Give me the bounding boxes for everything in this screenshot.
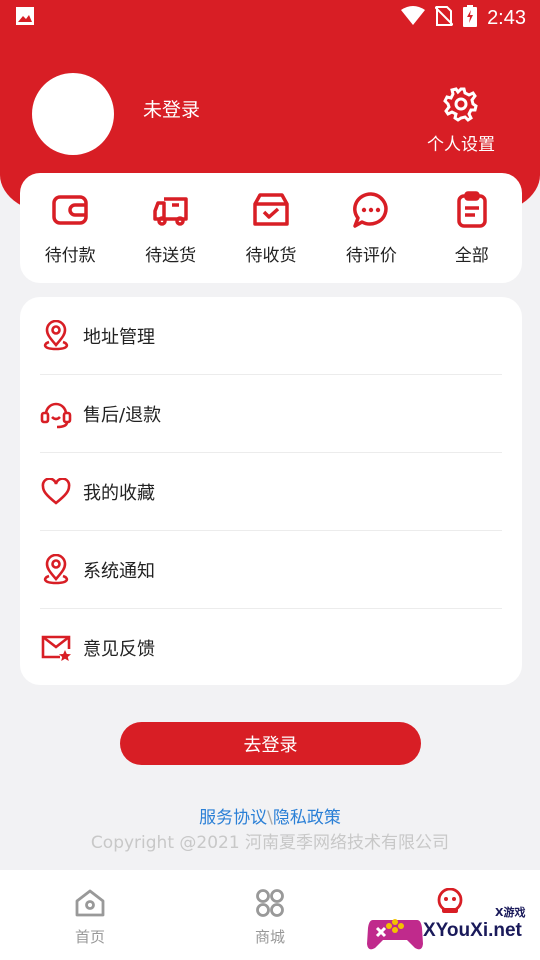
order-label: 待评价 (345, 245, 397, 266)
policy-links: 服务协议\隐私政策 (0, 803, 540, 828)
chat-icon (352, 191, 390, 233)
username-label[interactable]: 未登录 (143, 95, 200, 122)
clipboard-icon (453, 190, 491, 233)
headset-icon (40, 398, 72, 430)
location-icon (40, 553, 72, 586)
order-label: 待付款 (44, 245, 96, 266)
order-label: 全部 (454, 245, 489, 266)
no-sim-icon (434, 5, 454, 31)
menu-label: 意见反馈 (83, 639, 155, 660)
grid-icon (255, 888, 285, 922)
menu-item-address[interactable]: 地址管理 (40, 297, 502, 375)
orders-card: 待付款 待送货 待收货 待评价 全部 (20, 173, 522, 283)
menu-label: 售后/退款 (83, 404, 162, 426)
settings-label: 个人设置 (427, 135, 495, 155)
menu-item-notifications[interactable]: 系统通知 (40, 531, 502, 609)
truck-icon (152, 191, 190, 233)
wallet-icon (51, 191, 89, 233)
order-pending-review[interactable]: 待评价 (326, 191, 416, 266)
wifi-icon (401, 6, 426, 30)
menu-item-favorites[interactable]: 我的收藏 (40, 453, 502, 531)
tab-label: 首页 (74, 928, 105, 946)
battery-icon (463, 5, 478, 31)
tab-home[interactable]: 首页 (0, 870, 180, 960)
menu-item-feedback[interactable]: 意见反馈 (40, 609, 502, 687)
order-all[interactable]: 全部 (427, 190, 517, 266)
watermark-small-text: X游戏 (495, 906, 526, 919)
copyright-text: Copyright @2021 河南夏季网络技术有限公司 (90, 833, 450, 853)
order-label: 待送货 (145, 245, 197, 266)
home-icon (74, 888, 106, 922)
gear-icon (443, 86, 479, 126)
order-label: 待收货 (245, 245, 297, 266)
status-bar: 2:43 (0, 0, 540, 36)
menu-label: 我的收藏 (83, 482, 155, 504)
login-button[interactable]: 去登录 (120, 722, 421, 765)
avatar[interactable] (32, 73, 114, 155)
gamepad-logo-icon (365, 906, 425, 960)
image-icon (14, 5, 36, 31)
watermark-text: XYouXi.net (423, 920, 522, 941)
settings-button[interactable]: 个人设置 (418, 86, 504, 155)
menu-card: 地址管理 售后/退款 我的收藏 系统通知 意见反馈 (20, 297, 522, 685)
service-agreement-link[interactable]: 服务协议 (199, 808, 267, 828)
tab-label: 商城 (254, 928, 285, 946)
tab-mall[interactable]: 商城 (180, 870, 360, 960)
status-time: 2:43 (487, 6, 526, 29)
watermark: X游戏 XYouXi.net (365, 902, 540, 960)
mail-star-icon (40, 632, 72, 664)
order-pending-receipt[interactable]: 待收货 (226, 191, 316, 266)
location-icon (40, 319, 72, 352)
menu-label: 地址管理 (83, 326, 155, 348)
privacy-policy-link[interactable]: 隐私政策 (273, 808, 341, 828)
order-pending-shipment[interactable]: 待送货 (126, 191, 216, 266)
box-icon (252, 191, 290, 233)
order-pending-payment[interactable]: 待付款 (25, 191, 115, 266)
menu-item-aftersales[interactable]: 售后/退款 (40, 375, 502, 453)
heart-icon (40, 476, 72, 508)
menu-label: 系统通知 (83, 560, 155, 582)
